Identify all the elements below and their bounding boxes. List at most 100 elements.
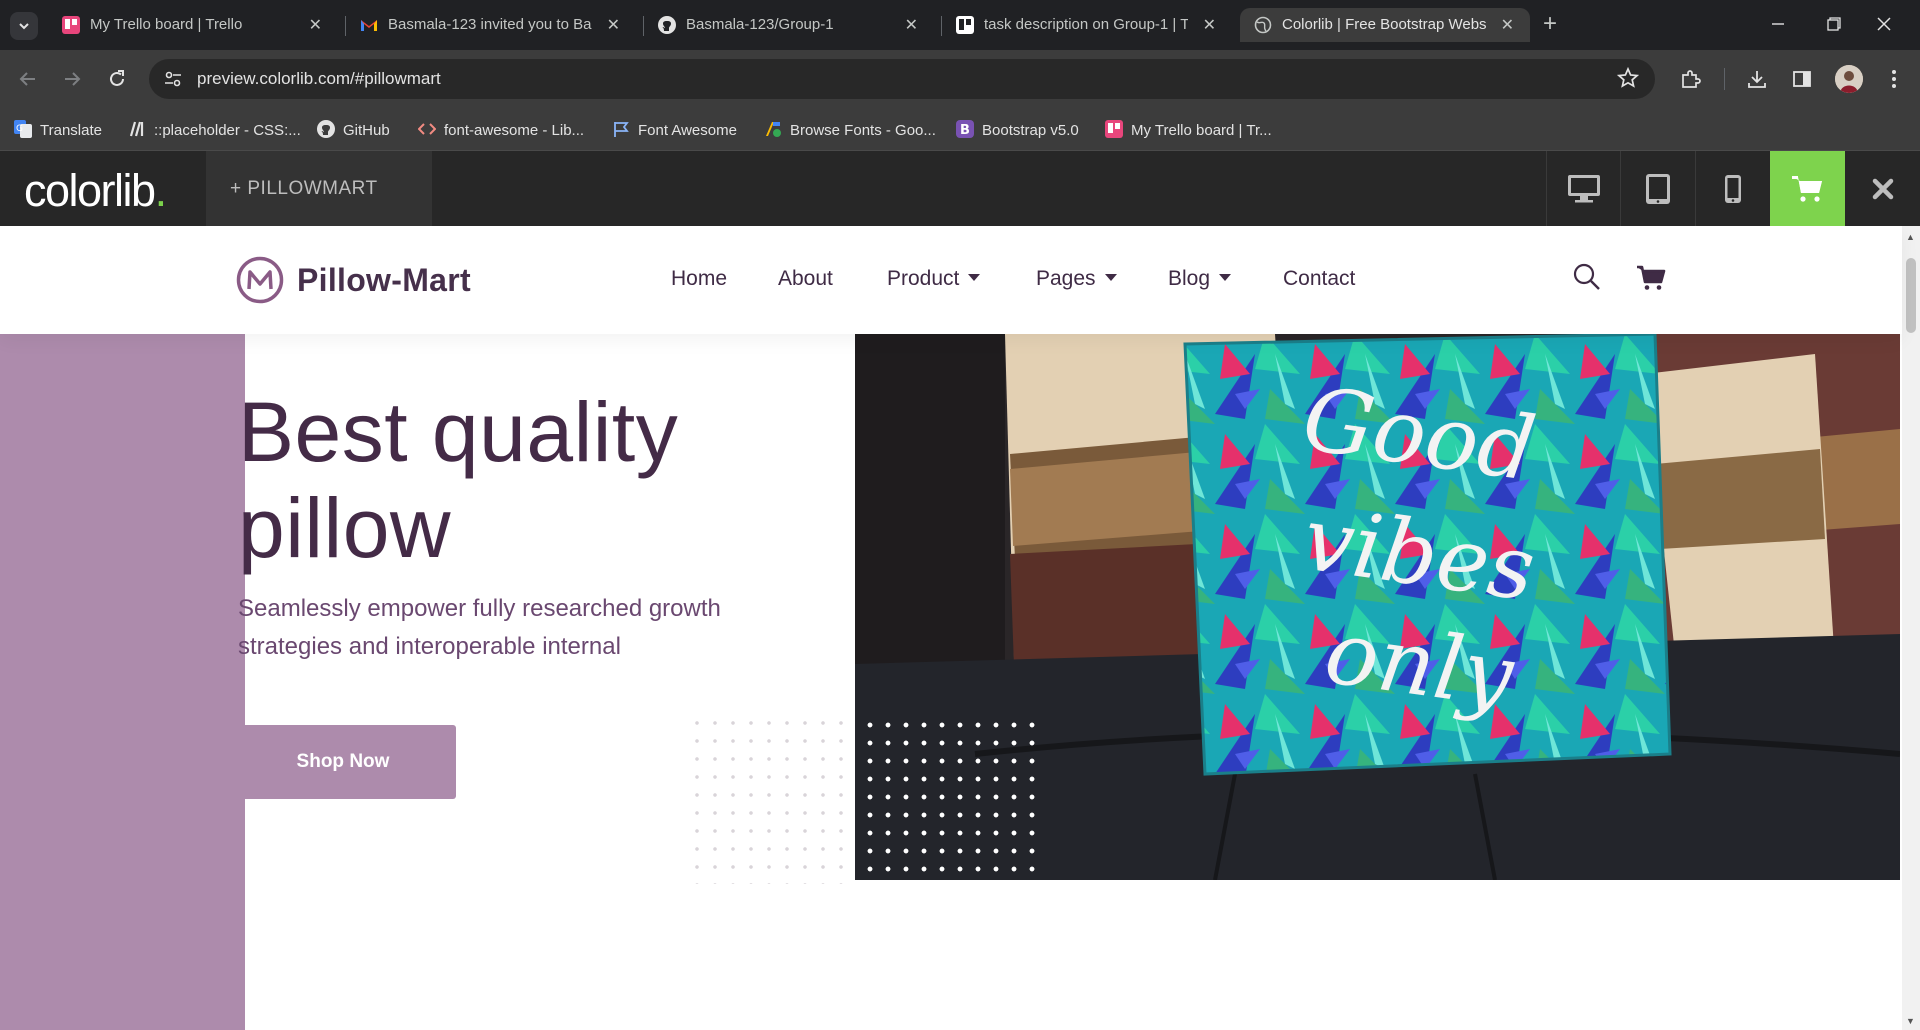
hero-subtitle: Seamlessly empower fully researched grow… xyxy=(238,595,721,660)
tab-gmail[interactable]: Basmala-123 invited you to Bas ✕ xyxy=(346,8,636,42)
close-preview-button[interactable] xyxy=(1845,151,1920,226)
gmail-icon xyxy=(361,20,377,31)
bookmark-google-fonts[interactable]: Browse Fonts - Goo... xyxy=(764,120,936,140)
arrow-right-icon xyxy=(65,72,81,86)
bookmark-font-awesome-lib[interactable]: font-awesome - Lib... xyxy=(418,120,584,140)
search-icon[interactable] xyxy=(1572,262,1602,292)
side-panel-button[interactable] xyxy=(1788,65,1816,93)
github-icon xyxy=(658,16,676,34)
close-tab-icon[interactable]: ✕ xyxy=(1501,15,1514,35)
mdn-icon xyxy=(129,121,144,137)
download-icon xyxy=(1748,71,1766,88)
desktop-view-button[interactable] xyxy=(1546,151,1620,226)
colorlib-preview-bar: colorlib. + PILLOWMART xyxy=(0,151,1920,226)
scroll-up-icon[interactable]: ▲ xyxy=(1906,232,1915,242)
tab-search-button[interactable] xyxy=(10,12,38,40)
colorlib-logo-text: colorlib xyxy=(24,165,156,216)
bookmark-star-icon[interactable] xyxy=(1617,67,1639,89)
colorlib-logo[interactable]: colorlib. xyxy=(24,165,168,217)
page-scrollbar[interactable]: ▲ ▼ xyxy=(1902,226,1920,1030)
nav-pages[interactable]: Pages xyxy=(1036,267,1117,291)
address-bar[interactable]: preview.colorlib.com/#pillowmart xyxy=(149,59,1655,99)
forward-button[interactable] xyxy=(58,65,86,93)
nav-product[interactable]: Product xyxy=(887,267,981,291)
nav-label: Product xyxy=(887,267,960,290)
nav-blog[interactable]: Blog xyxy=(1168,267,1232,291)
bookmark-bootstrap[interactable]: B Bootstrap v5.0 xyxy=(956,120,1079,140)
svg-text:G: G xyxy=(16,124,23,134)
close-tab-icon[interactable]: ✕ xyxy=(905,15,918,35)
kebab-menu-icon xyxy=(1892,70,1896,88)
pillowmart-logo-icon xyxy=(236,256,284,304)
tab-colorlib[interactable]: Colorlib | Free Bootstrap Websit ✕ xyxy=(1240,8,1530,42)
site-brand-name: Pillow-Mart xyxy=(297,261,471,298)
nav-about[interactable]: About xyxy=(778,267,833,291)
nav-label: Home xyxy=(671,267,728,290)
tab-title: Basmala-123 invited you to Bas xyxy=(388,16,592,33)
minimize-button[interactable] xyxy=(1758,8,1798,40)
tab-trello-task[interactable]: task description on Group-1 | Tr ✕ xyxy=(942,8,1232,42)
close-icon xyxy=(1877,17,1891,31)
bookmark-mdn[interactable]: ::placeholder - CSS:... xyxy=(128,120,301,140)
profile-avatar[interactable] xyxy=(1835,65,1863,93)
minimize-icon xyxy=(1772,23,1784,25)
shop-now-button[interactable]: Shop Now xyxy=(230,725,456,799)
restore-icon xyxy=(1827,17,1841,31)
bookmark-trello[interactable]: My Trello board | Tr... xyxy=(1105,120,1272,140)
bookmark-label: font-awesome - Lib... xyxy=(444,122,585,139)
buy-template-button[interactable] xyxy=(1770,151,1845,226)
bookmark-label: Bootstrap v5.0 xyxy=(982,122,1079,139)
bookmark-font-awesome[interactable]: Font Awesome xyxy=(612,120,737,140)
chevron-down-icon xyxy=(19,23,29,30)
reload-button[interactable] xyxy=(103,65,131,93)
tablet-icon xyxy=(1645,173,1670,204)
site-viewport: Pillow-Mart Home About Product Pages Blo… xyxy=(0,226,1920,1030)
downloads-button[interactable] xyxy=(1743,65,1771,93)
bookmark-label: Browse Fonts - Goo... xyxy=(790,122,936,139)
restore-button[interactable] xyxy=(1814,8,1854,40)
tab-title: My Trello board | Trello xyxy=(90,16,243,33)
site-settings-icon[interactable] xyxy=(163,69,183,89)
hero-accent-band xyxy=(0,332,245,1030)
close-window-button[interactable] xyxy=(1864,8,1904,40)
scroll-down-icon[interactable]: ▼ xyxy=(1906,1016,1915,1026)
close-tab-icon[interactable]: ✕ xyxy=(607,15,620,35)
bookmark-label: My Trello board | Tr... xyxy=(1131,122,1272,139)
globe-icon xyxy=(1254,16,1272,34)
tab-github-repo[interactable]: Basmala-123/Group-1 ✕ xyxy=(644,8,934,42)
colorlib-logo-dot: . xyxy=(154,165,168,216)
nav-home[interactable]: Home xyxy=(671,267,727,291)
shop-now-label: Shop Now xyxy=(296,751,390,772)
cart-icon[interactable] xyxy=(1636,262,1666,292)
site-logo[interactable]: Pillow-Mart xyxy=(236,256,471,304)
tab-title: Colorlib | Free Bootstrap Websit xyxy=(1282,16,1486,33)
reload-icon xyxy=(110,70,124,86)
project-name[interactable]: + PILLOWMART xyxy=(206,151,432,226)
scrollbar-thumb[interactable] xyxy=(1906,258,1916,333)
url-text[interactable]: preview.colorlib.com/#pillowmart xyxy=(197,69,441,89)
close-icon xyxy=(1872,178,1893,199)
new-tab-button[interactable]: + xyxy=(1543,10,1557,38)
toolbar-divider xyxy=(1724,68,1725,90)
hero-title-line1: Best quality xyxy=(238,385,679,479)
caret-down-icon xyxy=(1219,274,1232,281)
avatar-icon xyxy=(1835,65,1863,93)
nav-contact[interactable]: Contact xyxy=(1283,267,1355,291)
dot-pattern-decoration xyxy=(855,714,1035,884)
back-button[interactable] xyxy=(14,65,42,93)
browser-toolbar: preview.colorlib.com/#pillowmart xyxy=(0,50,1920,108)
mobile-view-button[interactable] xyxy=(1695,151,1769,226)
browser-menu-button[interactable] xyxy=(1880,65,1908,93)
close-tab-icon[interactable]: ✕ xyxy=(1203,15,1216,35)
tab-title: task description on Group-1 | Tr xyxy=(984,16,1188,33)
extensions-button[interactable] xyxy=(1677,65,1705,93)
bookmark-github[interactable]: GitHub xyxy=(317,120,390,140)
tablet-view-button[interactable] xyxy=(1620,151,1694,226)
nav-label: About xyxy=(778,267,833,290)
side-panel-icon xyxy=(1793,71,1811,87)
bookmark-translate[interactable]: G Translate xyxy=(14,120,102,140)
code-icon xyxy=(418,123,436,135)
close-tab-icon[interactable]: ✕ xyxy=(309,15,322,35)
tab-trello-board[interactable]: My Trello board | Trello ✕ xyxy=(48,8,338,42)
arrow-left-icon xyxy=(19,72,35,86)
